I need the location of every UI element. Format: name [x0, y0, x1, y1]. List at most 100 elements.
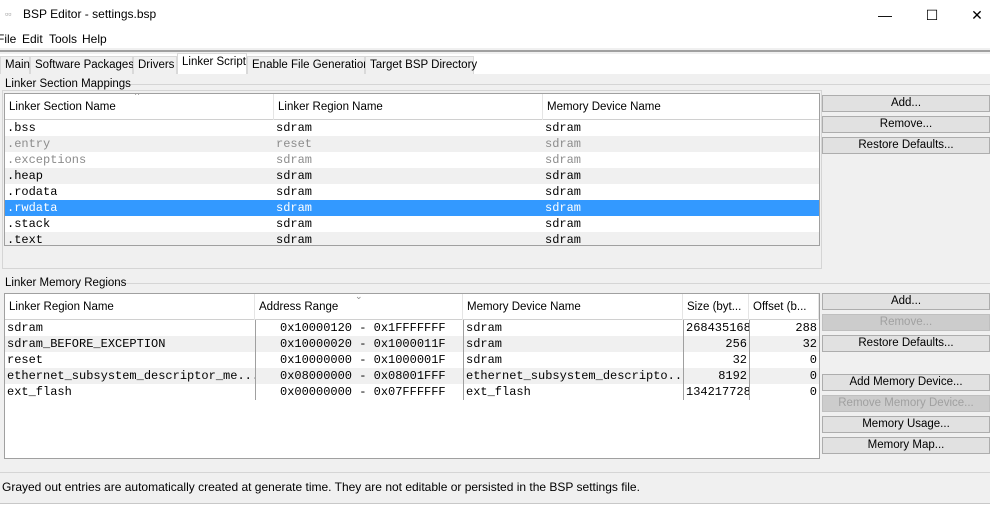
add-memory-device-button[interactable]: Add Memory Device... — [822, 374, 990, 391]
size-cell: 8192 — [683, 368, 749, 384]
memory-device-cell: sdram — [463, 336, 683, 352]
tab-target-bsp-directory[interactable]: Target BSP Directory — [365, 56, 477, 74]
tab-linker-script[interactable]: Linker Script — [177, 53, 247, 74]
section-name-cell: .text — [7, 233, 44, 246]
column-header-region-name[interactable]: Linker Region Name — [274, 94, 543, 120]
column-header-memory-device[interactable]: Memory Device Name — [463, 294, 683, 320]
column-header-region-name[interactable]: Linker Region Name — [5, 294, 255, 320]
memory-device-cell: sdram — [545, 233, 582, 246]
restore-defaults-region-button[interactable]: Restore Defaults... — [822, 335, 990, 352]
menu-help[interactable]: Help — [82, 32, 107, 46]
address-range-cell: 0x10000020 - 0x1000011F — [255, 336, 463, 352]
table-row[interactable]: .stack sdram sdram — [5, 216, 819, 232]
tab-enable-file-generation[interactable]: Enable File Generation — [247, 56, 370, 74]
remove-section-button[interactable]: Remove... — [822, 116, 990, 133]
section-mappings-title: Linker Section Mappings — [5, 78, 131, 90]
menu-file[interactable]: File — [0, 32, 16, 46]
app-icon: ▫▫ — [5, 9, 12, 19]
region-name-cell: sdram — [276, 233, 313, 246]
tab-main[interactable]: Main — [0, 56, 30, 74]
tab-strip-divider — [0, 50, 990, 52]
memory-device-cell: ethernet_subsystem_descripto... — [463, 368, 683, 384]
address-range-cell: 0x10000120 - 0x1FFFFFFF — [255, 320, 463, 336]
table-row[interactable]: ethernet_subsystem_descriptor_me... 0x080… — [5, 368, 819, 384]
region-name-cell: sdram — [276, 201, 313, 215]
memory-device-cell: sdram — [463, 320, 683, 336]
restore-defaults-section-button[interactable]: Restore Defaults... — [822, 137, 990, 154]
offset-cell: 0 — [749, 368, 819, 384]
table-row[interactable]: .text sdram sdram — [5, 232, 819, 246]
status-message: Grayed out entries are automatically cre… — [2, 480, 640, 494]
remove-memory-device-button[interactable]: Remove Memory Device... — [822, 395, 990, 412]
region-name-cell: ethernet_subsystem_descriptor_me... — [7, 369, 255, 383]
table-row[interactable]: .exceptions sdram sdram — [5, 152, 819, 168]
memory-device-cell: sdram — [545, 169, 582, 183]
memory-device-cell: sdram — [545, 217, 582, 231]
memory-usage-button[interactable]: Memory Usage... — [822, 416, 990, 433]
minimize-button[interactable]: — — [870, 4, 900, 26]
add-section-button[interactable]: Add... — [822, 95, 990, 112]
offset-cell: 32 — [749, 336, 819, 352]
table-row[interactable]: sdram_BEFORE_EXCEPTION 0x10000020 - 0x100… — [5, 336, 819, 352]
section-mappings-table: Linker Section Name ^ Linker Region Name… — [4, 93, 820, 246]
address-range-cell: 0x08000000 - 0x08001FFF — [255, 368, 463, 384]
maximize-button[interactable]: ☐ — [917, 4, 947, 26]
memory-device-cell: sdram — [545, 201, 582, 215]
column-header-size[interactable]: Size (byt... — [683, 294, 749, 320]
size-cell: 134217728 — [683, 384, 749, 400]
size-cell: 268435168 — [683, 320, 749, 336]
section-name-cell: .rwdata — [7, 201, 58, 215]
table-row[interactable]: .rwdata sdram sdram — [5, 200, 819, 216]
memory-regions-title: Linker Memory Regions — [5, 277, 127, 289]
section-name-cell: .heap — [7, 169, 44, 183]
table-header: Linker Region Name Address Range ⌄ Memor… — [5, 294, 819, 320]
remove-region-button[interactable]: Remove... — [822, 314, 990, 331]
region-name-cell: sdram — [276, 121, 313, 135]
menu-bar — [0, 30, 990, 48]
memory-device-cell: sdram — [545, 153, 582, 167]
section-name-cell: .rodata — [7, 185, 58, 199]
sort-ascending-icon: ^ — [135, 93, 140, 100]
menu-edit[interactable]: Edit — [22, 32, 43, 46]
add-region-button[interactable]: Add... — [822, 293, 990, 310]
region-name-cell: sdram_BEFORE_EXCEPTION — [7, 337, 166, 351]
section-name-cell: .exceptions — [7, 153, 87, 167]
bottom-bar — [0, 503, 990, 508]
table-row[interactable]: .heap sdram sdram — [5, 168, 819, 184]
region-name-cell: reset — [7, 353, 44, 367]
offset-cell: 288 — [749, 320, 819, 336]
section-name-cell: .stack — [7, 217, 51, 231]
table-row[interactable]: .bss sdram sdram — [5, 120, 819, 136]
window-title: BSP Editor - settings.bsp — [23, 7, 157, 21]
memory-device-cell: sdram — [545, 137, 582, 151]
region-name-cell: sdram — [276, 169, 313, 183]
table-row[interactable]: ext_flash 0x00000000 - 0x07FFFFFF ext_flas… — [5, 384, 819, 400]
column-header-memory-device[interactable]: Memory Device Name — [543, 94, 819, 120]
memory-regions-table: Linker Region Name Address Range ⌄ Memor… — [4, 293, 820, 459]
menu-tools[interactable]: Tools — [49, 32, 77, 46]
tab-software-packages[interactable]: Software Packages — [30, 56, 134, 74]
table-row[interactable]: sdram 0x10000120 - 0x1FFFFFFF sdram 2684351… — [5, 320, 819, 336]
table-row[interactable]: .entry reset sdram — [5, 136, 819, 152]
memory-device-cell: sdram — [545, 121, 582, 135]
table-header: Linker Section Name ^ Linker Region Name… — [5, 94, 819, 120]
column-header-offset[interactable]: Offset (b... — [749, 294, 819, 320]
address-range-cell: 0x00000000 - 0x07FFFFFF — [255, 384, 463, 400]
close-button[interactable]: ✕ — [962, 4, 990, 26]
status-divider — [0, 472, 990, 473]
memory-map-button[interactable]: Memory Map... — [822, 437, 990, 454]
table-row[interactable]: .rodata sdram sdram — [5, 184, 819, 200]
section-name-cell: .entry — [7, 137, 51, 151]
memory-device-cell: sdram — [545, 185, 582, 199]
tab-drivers[interactable]: Drivers — [133, 56, 177, 74]
size-cell: 256 — [683, 336, 749, 352]
region-name-cell: reset — [276, 137, 313, 151]
group-divider — [124, 84, 990, 85]
table-row[interactable]: reset 0x10000000 - 0x1000001F sdram 32 0 — [5, 352, 819, 368]
sort-descending-icon: ⌄ — [355, 293, 363, 301]
column-header-section-name[interactable]: Linker Section Name — [5, 94, 274, 120]
region-name-cell: sdram — [7, 321, 44, 335]
region-name-cell: sdram — [276, 185, 313, 199]
offset-cell: 0 — [749, 384, 819, 400]
memory-device-cell: sdram — [463, 352, 683, 368]
